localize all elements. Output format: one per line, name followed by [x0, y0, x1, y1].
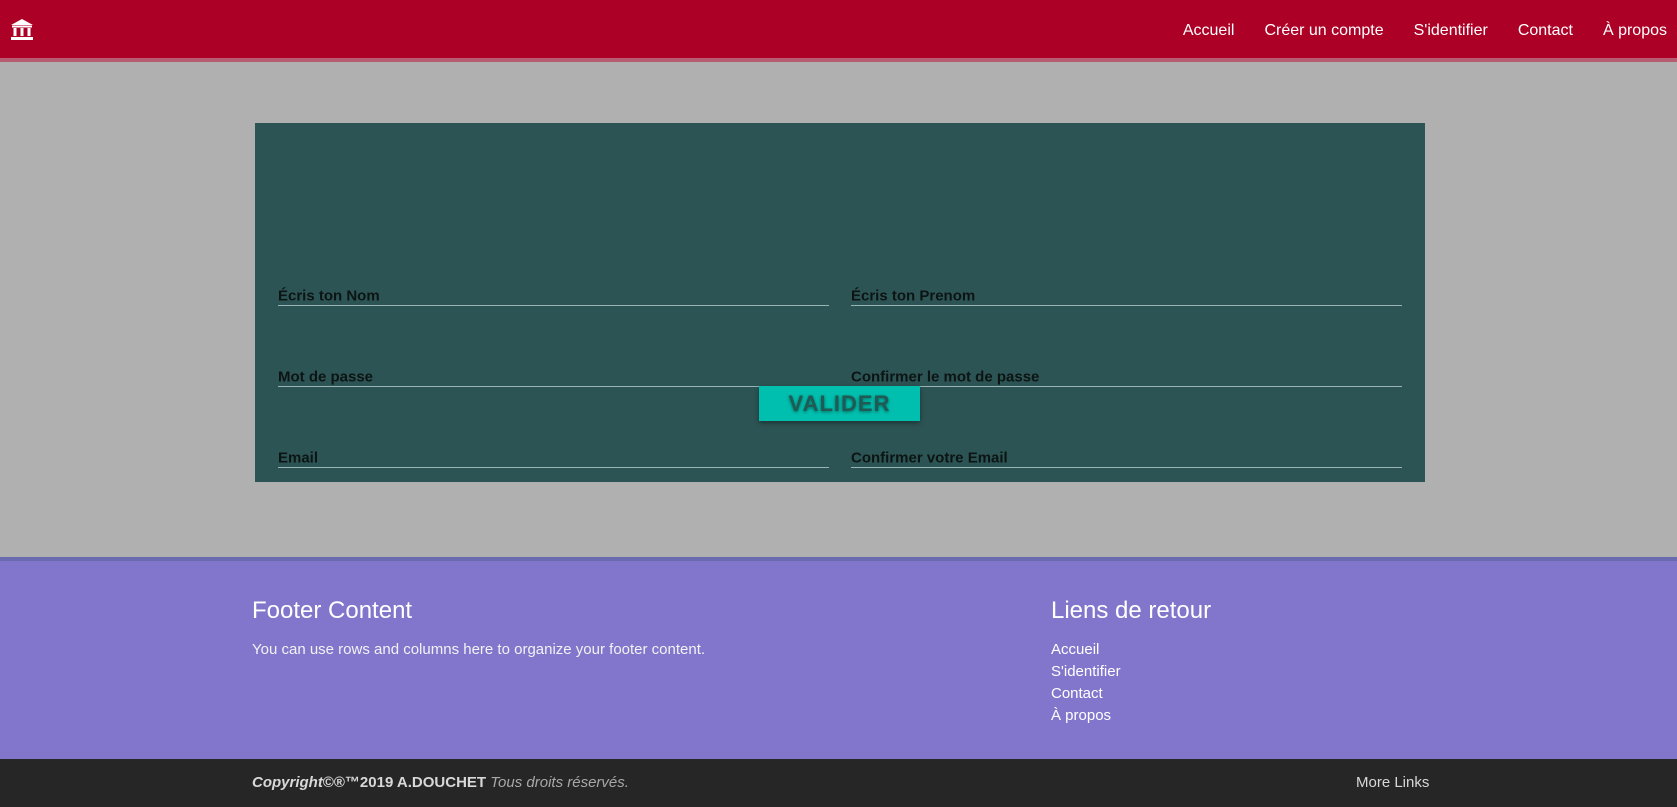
nav-link-creer-compte[interactable]: Créer un compte	[1264, 22, 1383, 40]
footer-link-contact[interactable]: Contact	[1051, 685, 1103, 702]
prenom-input[interactable]	[851, 276, 1402, 306]
email-input[interactable]	[278, 438, 829, 468]
list-item: Accueil	[1051, 641, 1121, 663]
nav-links: Accueil Créer un compte S'identifier Con…	[1153, 0, 1667, 62]
nav-link-contact[interactable]: Contact	[1518, 22, 1573, 40]
list-item: À propos	[1051, 707, 1121, 729]
email-field: Email	[278, 428, 829, 468]
email-confirm-input[interactable]	[851, 438, 1402, 468]
copyright-text: Copyright©®™2019 A.DOUCHET Tous droits r…	[252, 774, 629, 791]
password-input[interactable]	[278, 357, 829, 387]
footer-link-a-propos[interactable]: À propos	[1051, 707, 1111, 724]
copyright-rights: Tous droits réservés.	[490, 774, 629, 791]
registration-form: Écris ton Nom Écris ton Prenom Mot de pa…	[255, 123, 1425, 482]
email-confirm-field: Confirmer votre Email	[851, 428, 1402, 468]
more-links-link[interactable]: More Links	[1356, 774, 1429, 791]
bank-icon[interactable]	[10, 18, 34, 42]
password-confirm-input[interactable]	[851, 357, 1402, 387]
password-field: Mot de passe	[278, 347, 829, 387]
footer-content-title: Footer Content	[252, 597, 413, 624]
list-item: S'identifier	[1051, 663, 1121, 685]
footer-content-text: You can use rows and columns here to org…	[252, 641, 706, 658]
copyright-owner: ©®™2019 A.DOUCHET	[322, 774, 487, 791]
footer-link-identifier[interactable]: S'identifier	[1051, 663, 1121, 680]
password-confirm-field: Confirmer le mot de passe	[851, 347, 1402, 387]
footer-link-accueil[interactable]: Accueil	[1051, 641, 1099, 658]
nav-link-accueil[interactable]: Accueil	[1183, 22, 1235, 40]
footer: Footer Content You can use rows and colu…	[0, 557, 1677, 759]
nav-link-a-propos[interactable]: À propos	[1603, 22, 1667, 40]
navbar: Accueil Créer un compte S'identifier Con…	[0, 0, 1677, 62]
footer-links-title: Liens de retour	[1051, 597, 1212, 624]
copyright-word: Copyright	[252, 774, 323, 791]
nom-field: Écris ton Nom	[278, 266, 829, 306]
list-item: Contact	[1051, 685, 1121, 707]
prenom-field: Écris ton Prenom	[851, 266, 1402, 306]
nav-link-identifier[interactable]: S'identifier	[1414, 22, 1488, 40]
nom-input[interactable]	[278, 276, 829, 306]
copyright-bar: Copyright©®™2019 A.DOUCHET Tous droits r…	[0, 759, 1677, 807]
valider-button[interactable]: VALIDER	[759, 386, 920, 421]
footer-links-list: Accueil S'identifier Contact À propos	[1051, 641, 1121, 729]
